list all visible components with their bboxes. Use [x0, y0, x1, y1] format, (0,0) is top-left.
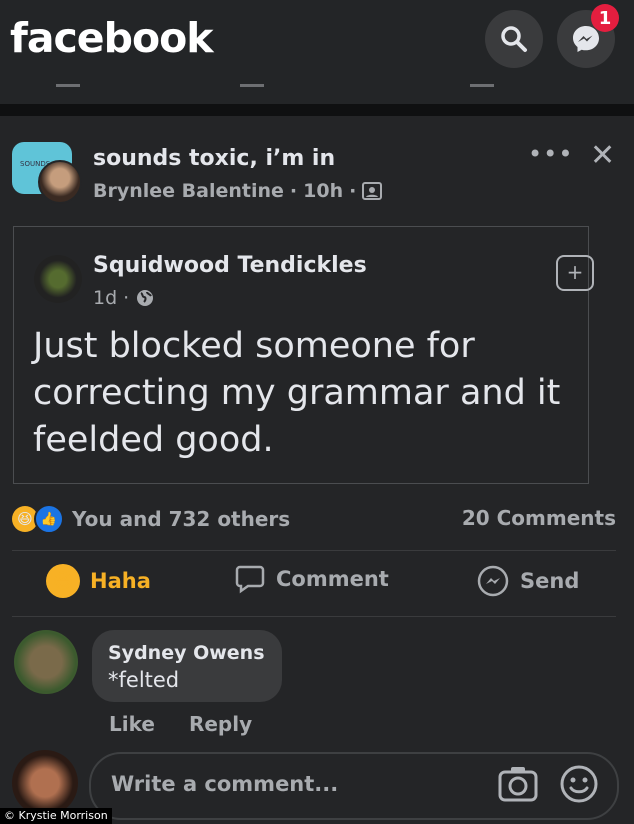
messenger-button[interactable]: 1: [557, 4, 619, 68]
shared-meta: 1d ·: [93, 287, 155, 309]
top-bar: facebook 1: [0, 0, 634, 104]
comment-actions: Like Reply: [109, 712, 252, 736]
author-name[interactable]: Brynlee Balentine: [93, 180, 284, 202]
send-label: Send: [520, 569, 580, 593]
shared-author-name[interactable]: Squidwood Tendickles: [93, 253, 367, 278]
meta-separator: ·: [123, 287, 130, 309]
comment-button[interactable]: Comment: [234, 564, 389, 594]
post-time[interactable]: 10h: [303, 180, 343, 202]
commenter-name[interactable]: Sydney Owens: [108, 642, 265, 664]
comment-placeholder: Write a comment...: [111, 772, 339, 796]
shared-post[interactable]: Squidwood Tendickles 1d · + Just blocked…: [13, 226, 594, 484]
comment-text: *felted: [108, 668, 180, 692]
comments-count[interactable]: 20 Comments: [462, 506, 616, 530]
reaction-count: You and 732 others: [72, 507, 291, 531]
divider: [12, 550, 616, 551]
tab-icon[interactable]: [470, 70, 494, 87]
photo-credit: © Krystie Morrison: [0, 808, 112, 824]
comment-like-button[interactable]: Like: [109, 712, 155, 736]
photo-audience-icon: [362, 182, 383, 200]
reaction-summary[interactable]: 😆 👍 You and 732 others: [12, 504, 290, 534]
globe-icon: [137, 290, 154, 306]
my-avatar[interactable]: [12, 750, 78, 816]
haha-button[interactable]: 😆 Haha: [46, 564, 151, 598]
meta-separator: ·: [289, 180, 298, 202]
shared-author-avatar[interactable]: [34, 255, 82, 303]
divider: [12, 616, 616, 617]
post-meta: Brynlee Balentine · 10h ·: [93, 180, 383, 202]
emoji-icon[interactable]: [559, 764, 599, 804]
tab-icons-row: [0, 70, 634, 90]
search-button[interactable]: [485, 10, 543, 68]
commenter-avatar[interactable]: [14, 630, 78, 694]
comment-bubble[interactable]: Sydney Owens *felted: [92, 630, 282, 702]
post-title[interactable]: sounds toxic, i’m in: [93, 146, 335, 171]
comment-icon: [235, 565, 265, 594]
notification-badge: 1: [591, 4, 619, 32]
search-icon: [501, 26, 527, 52]
haha-icon: 😆: [46, 564, 80, 598]
author-avatar[interactable]: [38, 160, 82, 204]
shared-time[interactable]: 1d: [93, 287, 117, 309]
close-icon[interactable]: ✕: [590, 138, 615, 173]
more-options-icon[interactable]: •••: [528, 140, 573, 168]
shared-post-text: Just blocked someone for correcting my g…: [33, 326, 561, 460]
facebook-logo[interactable]: facebook: [10, 14, 214, 62]
comment-label: Comment: [276, 567, 389, 591]
tab-icon[interactable]: [56, 70, 80, 87]
camera-icon[interactable]: [497, 764, 539, 804]
meta-separator: ·: [349, 180, 357, 202]
feed-divider: [0, 104, 634, 116]
messenger-send-icon: [477, 565, 509, 597]
like-reaction-icon: 👍: [34, 504, 64, 534]
save-post-icon[interactable]: +: [556, 255, 594, 291]
comment-composer[interactable]: Write a comment...: [89, 752, 619, 820]
haha-label: Haha: [90, 569, 151, 593]
send-button[interactable]: Send: [476, 564, 579, 598]
comment-reply-button[interactable]: Reply: [189, 712, 252, 736]
tab-icon[interactable]: [240, 70, 264, 87]
